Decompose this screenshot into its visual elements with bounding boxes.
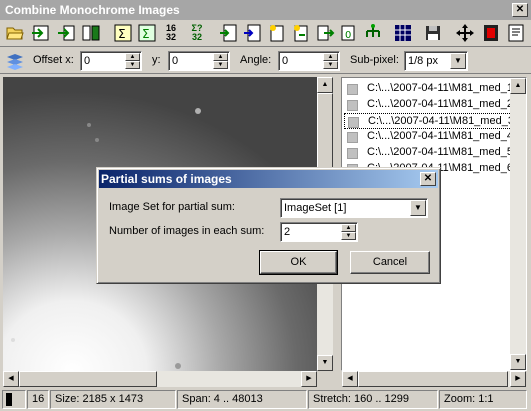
subpixel-select[interactable]: 1/8 px ▼: [404, 51, 468, 71]
doc-star-icon[interactable]: [266, 22, 288, 44]
spin-down-icon[interactable]: ▼: [125, 61, 140, 69]
image-size: Size: 2185 x 1473: [50, 390, 176, 409]
disk-icon[interactable]: [422, 22, 444, 44]
offset-x-label: Offset x:: [33, 54, 74, 66]
dialog-title: Partial sums of images: [101, 172, 232, 186]
scroll-right-icon[interactable]: ▶: [510, 371, 526, 387]
checkbox[interactable]: [347, 84, 358, 95]
angle-value[interactable]: 0: [282, 55, 288, 67]
list-vertical-scrollbar[interactable]: ▲ ▼: [510, 78, 526, 370]
offset-x-value[interactable]: 0: [84, 55, 90, 67]
list-item[interactable]: C:\...\2007-04-11\M81_med_2.fit: [344, 97, 525, 113]
angle-spinner[interactable]: 0 ▲ ▼: [278, 51, 340, 71]
partial-sums-dialog: Partial sums of images ✕ Image Set for p…: [96, 167, 441, 284]
dialog-titlebar: Partial sums of images ✕: [99, 170, 438, 188]
svg-text:Σ: Σ: [118, 27, 126, 41]
status-bar: 16 Size: 2185 x 1473 Span: 4 .. 48013 St…: [0, 389, 531, 411]
sum-question-32-icon[interactable]: Σ? 32: [186, 22, 208, 44]
stretch-range: Stretch: 160 .. 1299: [308, 390, 438, 409]
subpixel-value: 1/8 px: [408, 55, 438, 67]
zoom-level: Zoom: 1:1: [439, 390, 527, 409]
scroll-thumb[interactable]: [19, 371, 157, 387]
count-spinner[interactable]: 2 ▲ ▼: [280, 222, 358, 242]
spin-up-icon[interactable]: ▲: [323, 53, 338, 61]
folder-open-icon[interactable]: [4, 22, 26, 44]
sum-icon[interactable]: Σ: [112, 22, 134, 44]
dialog-close-button[interactable]: ✕: [420, 172, 436, 186]
image-horizontal-scrollbar[interactable]: ◀ ▶: [3, 371, 317, 387]
toolbar: Σ Σ 16 32 Σ? 32 0: [0, 20, 531, 47]
chevron-down-icon[interactable]: ▼: [410, 200, 426, 216]
svg-text:0: 0: [345, 30, 351, 41]
checkbox[interactable]: [347, 132, 358, 143]
stop-icon[interactable]: [480, 22, 502, 44]
window-titlebar: Combine Monochrome Images ✕: [0, 0, 531, 20]
checkbox[interactable]: [347, 100, 358, 111]
list-item[interactable]: C:\...\2007-04-11\M81_med_4.fit: [344, 129, 525, 145]
scroll-up-icon[interactable]: ▲: [317, 77, 333, 93]
spin-down-icon[interactable]: ▼: [323, 61, 338, 69]
checkbox[interactable]: [347, 148, 358, 159]
offset-y-spinner[interactable]: 0 ▲ ▼: [168, 51, 230, 71]
svg-text:Σ: Σ: [142, 27, 150, 41]
doc-zero-icon[interactable]: 0: [338, 22, 360, 44]
frames-icon[interactable]: [80, 22, 102, 44]
list-item-selected[interactable]: C:\...\2007-04-11\M81_med_3.fit: [344, 113, 526, 129]
list-horizontal-scrollbar[interactable]: ◀ ▶: [342, 371, 526, 387]
pixel-span: Span: 4 .. 48013: [177, 390, 307, 409]
image-set-value: ImageSet [1]: [284, 202, 347, 214]
scroll-down-icon[interactable]: ▼: [317, 355, 333, 371]
list-item[interactable]: C:\...\2007-04-11\M81_med_5.fit: [344, 145, 525, 161]
black-swatch: [6, 393, 12, 406]
import-icon[interactable]: [30, 22, 52, 44]
subpixel-label: Sub-pixel:: [350, 54, 399, 66]
image-set-select[interactable]: ImageSet [1] ▼: [280, 198, 428, 218]
ok-button[interactable]: OK: [259, 250, 338, 275]
color-swatch: [2, 390, 26, 409]
window-close-button[interactable]: ✕: [512, 3, 528, 17]
doc-arrow-alt-icon[interactable]: [242, 22, 264, 44]
spin-down-icon[interactable]: ▼: [213, 61, 228, 69]
doc-arrow-icon[interactable]: [218, 22, 240, 44]
spin-up-icon[interactable]: ▲: [341, 224, 356, 232]
scroll-down-icon[interactable]: ▼: [510, 354, 526, 370]
image-set-label: Image Set for partial sum:: [109, 201, 235, 213]
align-stack-icon[interactable]: [4, 51, 26, 73]
spin-up-icon[interactable]: ▲: [125, 53, 140, 61]
scroll-left-icon[interactable]: ◀: [342, 371, 358, 387]
offset-x-spinner[interactable]: 0 ▲ ▼: [80, 51, 142, 71]
grid-icon[interactable]: [392, 22, 414, 44]
options-bar: Offset x: 0 ▲ ▼ y: 0 ▲ ▼ Angle: 0 ▲ ▼ Sub-p…: [0, 48, 531, 74]
count-label: Number of images in each sum:: [109, 225, 265, 237]
sum-alt-icon[interactable]: Σ: [136, 22, 158, 44]
list-item[interactable]: C:\...\2007-04-11\M81_med_1.fit: [344, 81, 525, 97]
chevron-down-icon[interactable]: ▼: [450, 53, 466, 69]
count-value[interactable]: 2: [284, 226, 290, 238]
numbers-16-32-icon[interactable]: 16 32: [160, 22, 182, 44]
tree-icon[interactable]: [362, 22, 384, 44]
spin-up-icon[interactable]: ▲: [213, 53, 228, 61]
export-icon[interactable]: [56, 22, 78, 44]
angle-label: Angle:: [240, 54, 272, 66]
scroll-thumb[interactable]: [358, 371, 508, 387]
info-icon[interactable]: [505, 22, 527, 44]
doc-star-alt-icon[interactable]: [290, 22, 312, 44]
scroll-left-icon[interactable]: ◀: [3, 371, 19, 387]
cancel-button[interactable]: Cancel: [350, 251, 430, 274]
doc-arrow-right-icon[interactable]: [314, 22, 336, 44]
offset-y-value[interactable]: 0: [172, 55, 178, 67]
spin-down-icon[interactable]: ▼: [341, 232, 356, 240]
bit-depth: 16: [27, 390, 49, 409]
checkbox[interactable]: [348, 117, 359, 128]
scroll-up-icon[interactable]: ▲: [510, 78, 526, 94]
window-title: Combine Monochrome Images: [5, 3, 180, 17]
move-icon[interactable]: [454, 22, 476, 44]
scroll-right-icon[interactable]: ▶: [301, 371, 317, 387]
offset-y-label: y:: [152, 54, 161, 66]
